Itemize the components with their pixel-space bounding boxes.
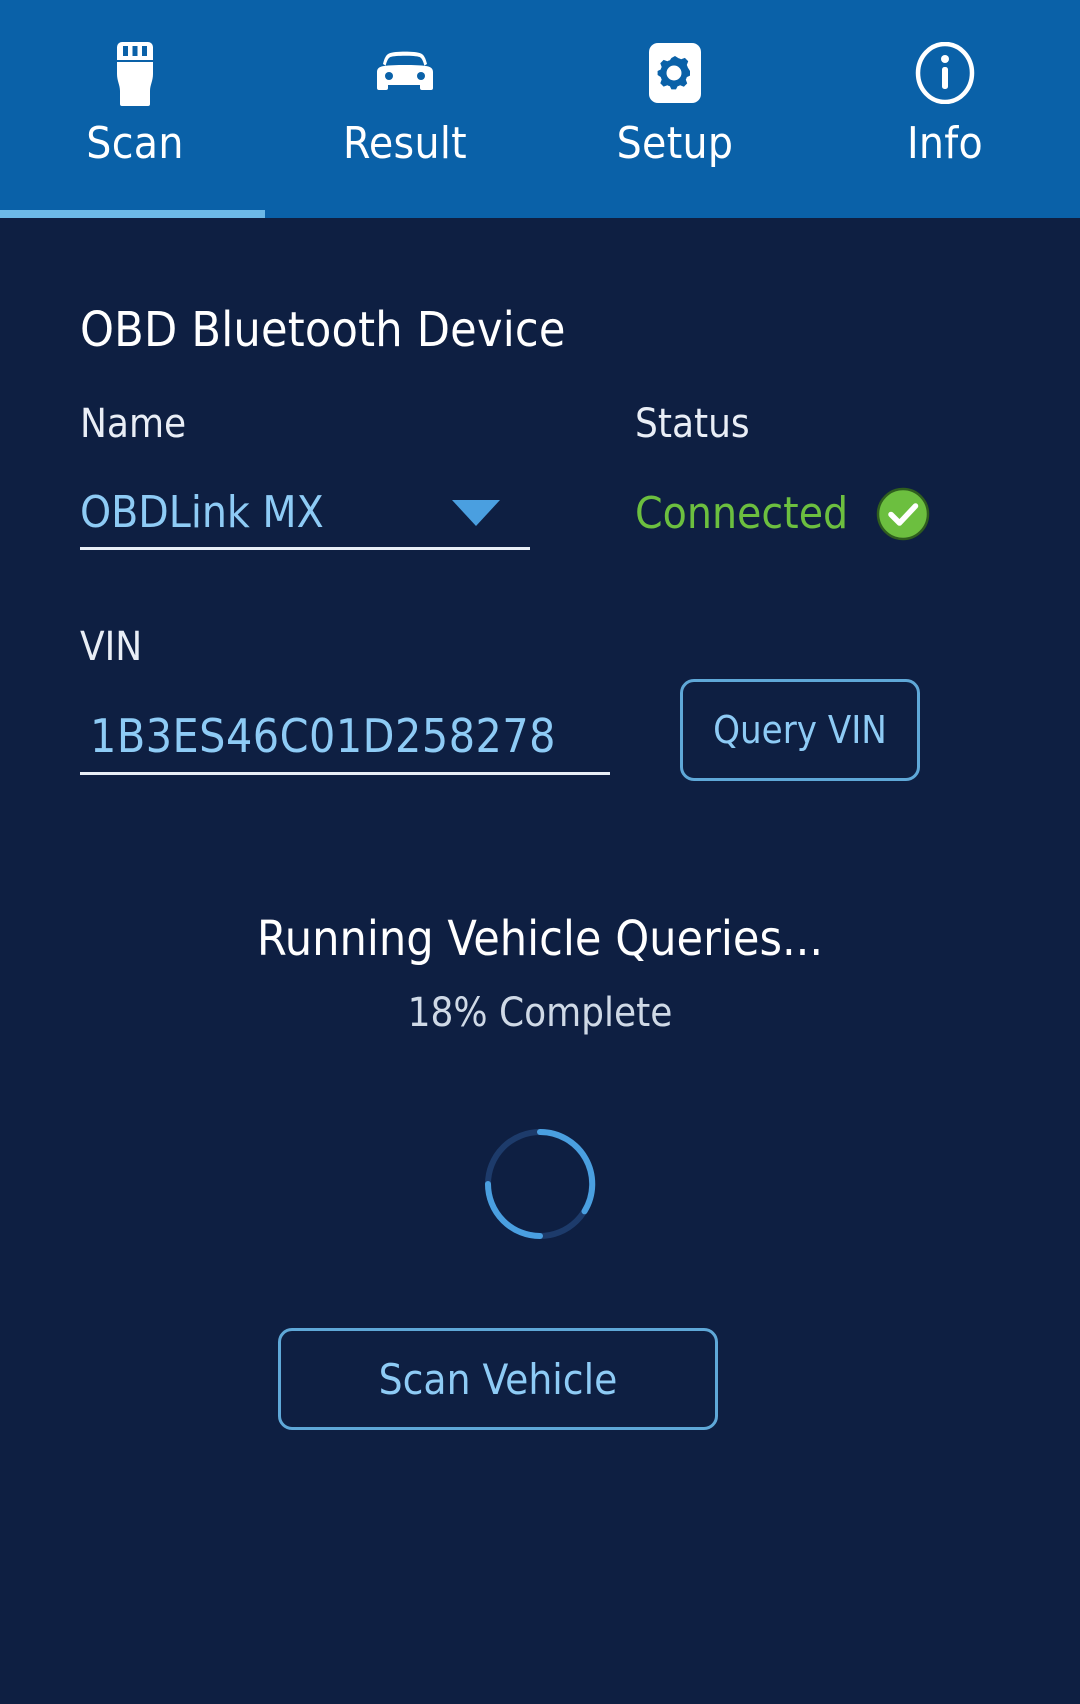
gear-icon [647, 42, 703, 104]
query-vin-button-label: Query VIN [713, 708, 887, 752]
device-status-field: Status Connected [635, 400, 955, 550]
scan-page-content: OBD Bluetooth Device Name OBDLink MX Sta… [0, 218, 1080, 1704]
status-badge: Connected [635, 488, 849, 539]
tab-info-label: Info [906, 118, 984, 169]
spinner-container [0, 1128, 1080, 1240]
tab-setup[interactable]: Setup [540, 0, 810, 218]
device-name-value: OBDLink MX [80, 486, 324, 538]
progress-percent-label: 18% Complete [407, 990, 673, 1036]
info-circle-icon [915, 42, 975, 104]
car-icon [373, 42, 437, 104]
scan-vehicle-button[interactable]: Scan Vehicle [278, 1328, 718, 1430]
tab-scan-label: Scan [86, 118, 184, 169]
device-status-row: Connected [635, 478, 955, 550]
tab-result[interactable]: Result [270, 0, 540, 218]
tab-setup-label: Setup [616, 118, 734, 169]
vin-field: VIN 1B3ES46C01D258278 [80, 623, 610, 775]
query-vin-button[interactable]: Query VIN [680, 679, 920, 781]
active-tab-indicator [0, 210, 265, 218]
obd-plug-icon [109, 42, 161, 106]
device-name-dropdown[interactable]: OBDLink MX [80, 478, 530, 550]
page-title: OBD Bluetooth Device [80, 302, 566, 358]
scan-vehicle-button-label: Scan Vehicle [378, 1354, 618, 1404]
tab-result-label: Result [343, 118, 467, 169]
vin-value: 1B3ES46C01D258278 [90, 708, 556, 763]
device-name-field: Name OBDLink MX [80, 400, 530, 550]
chevron-down-icon[interactable] [452, 500, 500, 532]
tab-info[interactable]: Info [810, 0, 1080, 218]
device-status-label: Status [635, 401, 750, 447]
device-name-label: Name [80, 401, 187, 447]
app-root: Scan Result Setup Info OBD Bluetooth Dev… [0, 0, 1080, 1704]
loading-spinner-icon [484, 1128, 596, 1240]
progress-title: Running Vehicle Queries... [256, 911, 824, 967]
tab-scan[interactable]: Scan [0, 0, 270, 218]
vin-input[interactable]: 1B3ES46C01D258278 [80, 699, 610, 775]
vin-label: VIN [80, 624, 143, 670]
top-tab-bar: Scan Result Setup Info [0, 0, 1080, 218]
check-circle-icon [876, 487, 930, 541]
